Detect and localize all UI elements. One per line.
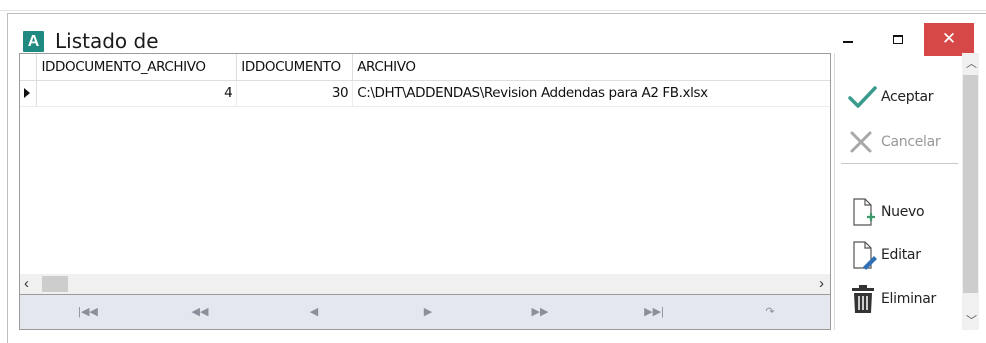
record-navigator: |◀◀ ◀◀ ◀ ▶ ▶▶ ▶▶| ↷ (19, 294, 831, 330)
scroll-up-icon[interactable]: ︿ (966, 55, 977, 71)
action-panel: Aceptar Cancelar Nuevo Editar Eliminar (834, 53, 962, 330)
column-header-archivo[interactable]: ARCHIVO (352, 54, 830, 81)
nuevo-button[interactable]: Nuevo (845, 195, 925, 229)
cell-iddocumento-archivo[interactable]: 4 (36, 80, 238, 107)
data-grid[interactable]: IDDOCUMENTO_ARCHIVO IDDOCUMENTO ARCHIVO … (19, 53, 831, 275)
scroll-left-icon[interactable]: ‹ (24, 274, 29, 294)
eliminar-button[interactable]: Eliminar (845, 282, 936, 316)
aceptar-label: Aceptar (881, 89, 934, 105)
editar-label: Editar (881, 247, 921, 263)
app-icon: A (23, 31, 44, 52)
minimize-icon (843, 41, 853, 43)
cell-archivo[interactable]: C:\DHT\ADDENDAS\Revision Addendas para A… (352, 80, 830, 107)
vertical-scroll-thumb[interactable] (963, 75, 978, 293)
next-record-icon[interactable]: ▶ (416, 304, 440, 320)
cancel-x-icon (845, 126, 881, 158)
row-indicator (20, 80, 38, 107)
trash-icon (845, 283, 881, 315)
scroll-right-icon[interactable]: › (819, 274, 824, 294)
grid-header-row: IDDOCUMENTO_ARCHIVO IDDOCUMENTO ARCHIVO (20, 54, 830, 81)
column-header-iddocumento[interactable]: IDDOCUMENTO (236, 54, 354, 81)
refresh-icon[interactable]: ↷ (758, 304, 782, 320)
eliminar-label: Eliminar (881, 291, 936, 307)
edit-document-icon (845, 239, 881, 271)
aceptar-button[interactable]: Aceptar (845, 80, 934, 114)
column-header-iddocumento-archivo[interactable]: IDDOCUMENTO_ARCHIVO (36, 54, 238, 81)
previous-page-icon[interactable]: ◀◀ (188, 304, 212, 320)
cancelar-label: Cancelar (881, 134, 941, 150)
first-record-icon[interactable]: |◀◀ (76, 304, 100, 320)
close-button[interactable]: ✕ (924, 23, 974, 56)
horizontal-scrollbar[interactable]: ‹ › (19, 274, 831, 294)
scroll-down-icon[interactable]: ﹀ (966, 312, 977, 328)
minimize-button[interactable] (829, 23, 871, 56)
vertical-scrollbar[interactable]: ︿ ﹀ (962, 53, 979, 330)
close-icon: ✕ (941, 29, 957, 48)
table-row[interactable]: 4 30 C:\DHT\ADDENDAS\Revision Addendas p… (20, 80, 830, 107)
horizontal-scroll-thumb[interactable] (42, 276, 68, 292)
window-title: Listado de (55, 29, 159, 53)
previous-record-icon[interactable]: ◀ (302, 304, 326, 320)
row-indicator-header (20, 54, 38, 81)
background-window-strip (0, 0, 986, 12)
maximize-icon (893, 35, 903, 44)
editar-button[interactable]: Editar (845, 238, 921, 272)
action-separator (841, 163, 958, 164)
new-document-icon (845, 196, 881, 228)
maximize-button[interactable] (876, 23, 920, 56)
last-record-icon[interactable]: ▶▶| (642, 304, 666, 320)
cancelar-button[interactable]: Cancelar (845, 125, 941, 159)
next-page-icon[interactable]: ▶▶ (528, 304, 552, 320)
current-row-arrow-icon (24, 88, 30, 98)
cell-iddocumento[interactable]: 30 (236, 80, 354, 107)
check-icon (845, 81, 881, 113)
nuevo-label: Nuevo (881, 204, 925, 220)
